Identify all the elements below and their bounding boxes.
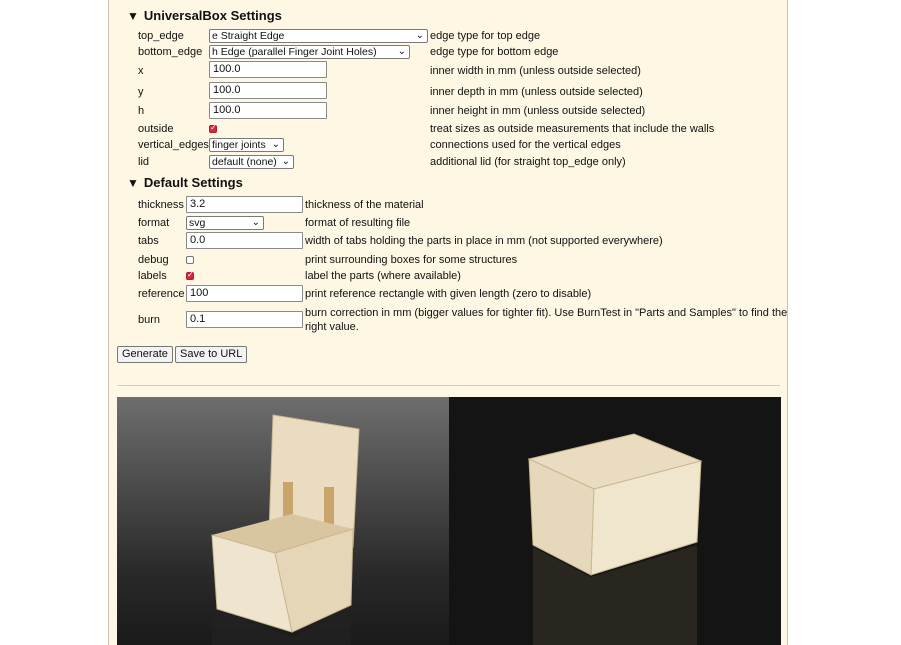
outside-desc: treat sizes as outside measurements that… [430,123,715,135]
x-label: x [138,65,144,77]
burn-input[interactable]: 0.1 [186,311,303,328]
save-to-url-button[interactable]: Save to URL [175,346,248,363]
sample-photo-open-box [117,397,449,645]
bottom-edge-label: bottom_edge [138,46,203,58]
chevron-down-icon: ⌄ [281,156,290,167]
lid-label: lid [138,156,150,168]
thickness-input[interactable]: 3.2 [186,196,303,213]
top-edge-value: e Straight Edge [212,30,285,42]
burn-desc-line2: right value. [305,321,359,333]
thickness-desc: thickness of the material [305,199,424,211]
debug-label: debug [138,254,169,266]
universalbox-settings-header[interactable]: ▼ UniversalBox Settings [127,8,282,23]
y-input[interactable]: 100.0 [209,82,327,99]
chevron-down-icon: ⌄ [251,217,260,228]
lid-desc: additional lid (for straight top_edge on… [430,156,626,168]
thickness-label: thickness [138,199,184,211]
y-label: y [138,86,144,98]
labels-label: labels [138,270,167,282]
burn-desc-line1: burn correction in mm (bigger values for… [305,307,788,319]
format-label: format [138,217,170,229]
reference-desc: print reference rectangle with given len… [305,288,592,300]
top-edge-select[interactable]: e Straight Edge ⌄ [209,29,428,43]
chevron-down-icon: ⌄ [271,139,280,150]
closed-box-illustration [527,433,703,645]
outside-checkbox[interactable] [209,123,217,133]
vertical-edges-value: finger joints [212,139,266,151]
vertical-edges-select[interactable]: finger joints ⌄ [209,138,284,152]
h-input[interactable]: 100.0 [209,102,327,119]
bottom-edge-value: h Edge (parallel Finger Joint Holes) [212,46,377,58]
labels-checkbox[interactable] [186,270,194,280]
outside-label: outside [138,123,174,135]
lid-select[interactable]: default (none) ⌄ [209,155,294,169]
format-select[interactable]: svg ⌄ [186,216,264,230]
vertical-edges-label: vertical_edges [138,139,209,151]
top-edge-desc: edge type for top edge [430,30,541,42]
tabs-input[interactable]: 0.0 [186,232,303,249]
chevron-down-icon: ⌄ [397,46,406,57]
divider [117,385,780,386]
h-desc: inner height in mm (unless outside selec… [430,105,646,117]
x-input[interactable]: 100.0 [209,61,327,78]
debug-checkbox[interactable] [186,256,194,264]
universalbox-settings-title: UniversalBox Settings [143,8,282,23]
tabs-desc: width of tabs holding the parts in place… [305,235,663,247]
y-desc: inner depth in mm (unless outside select… [430,86,643,98]
lid-value: default (none) [212,156,277,168]
default-settings-header[interactable]: ▼ Default Settings [127,175,243,190]
format-desc: format of resulting file [305,217,411,229]
h-label: h [138,105,145,117]
format-value: svg [189,217,206,229]
labels-desc: label the parts (where available) [305,270,461,282]
open-box-illustration [211,414,360,645]
triangle-down-icon: ▼ [127,9,139,23]
sample-photo-closed-box [449,397,781,645]
debug-desc: print surrounding boxes for some structu… [305,254,518,266]
vertical-edges-desc: connections used for the vertical edges [430,139,621,151]
generate-button[interactable]: Generate [117,346,173,363]
reference-input[interactable]: 100 [186,285,303,302]
default-settings-title: Default Settings [143,175,243,190]
top-edge-label: top_edge [138,30,184,42]
triangle-down-icon: ▼ [127,176,139,190]
burn-label: burn [138,314,161,326]
bottom-edge-select[interactable]: h Edge (parallel Finger Joint Holes) ⌄ [209,45,410,59]
tabs-label: tabs [138,235,159,247]
x-desc: inner width in mm (unless outside select… [430,65,641,77]
bottom-edge-desc: edge type for bottom edge [430,46,559,58]
reference-label: reference [138,288,185,300]
chevron-down-icon: ⌄ [415,30,424,41]
